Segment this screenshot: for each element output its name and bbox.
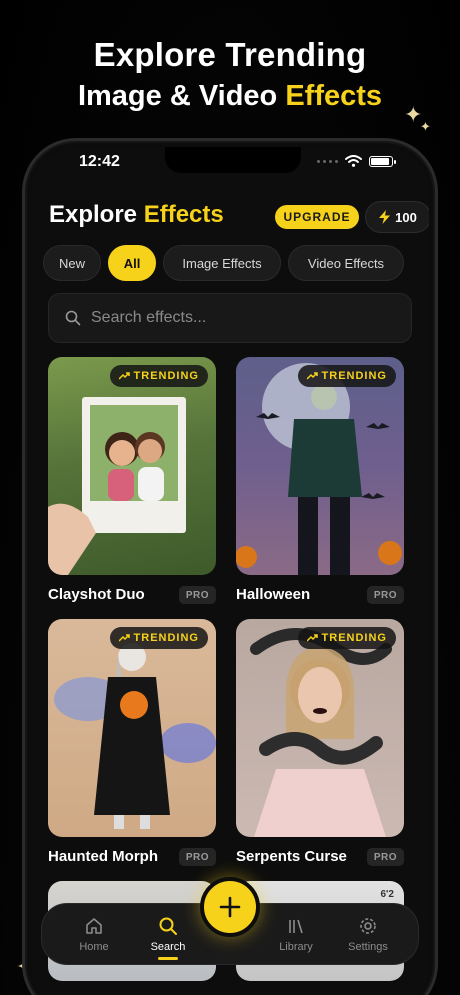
- tab-home-label: Home: [79, 941, 109, 953]
- filter-image-effects[interactable]: Image Effects: [163, 245, 281, 281]
- promo-page: Explore Trending Image & Video Effects ✦…: [0, 0, 460, 995]
- page-title: Explore Effects: [49, 201, 224, 229]
- trending-badge: TRENDING: [297, 365, 396, 387]
- effect-card[interactable]: TRENDING Halloween PRO: [236, 357, 404, 604]
- effect-thumbnail[interactable]: TRENDING: [236, 619, 404, 837]
- trend-up-icon: [306, 372, 318, 380]
- filter-all[interactable]: All: [108, 245, 156, 281]
- status-icons: [317, 155, 396, 167]
- phone-frame: 12:42 Explore Effects UPGRADE 100 New Al…: [22, 138, 438, 995]
- bolt-icon: [379, 210, 391, 224]
- effect-card[interactable]: TRENDING Clayshot Duo PRO: [48, 357, 216, 604]
- hero-line-1: Explore Trending: [93, 36, 367, 73]
- search-icon: [159, 917, 177, 935]
- status-bar: 12:42: [31, 147, 429, 185]
- battery-level: [371, 157, 389, 165]
- effect-thumbnail[interactable]: TRENDING: [236, 357, 404, 575]
- tab-library[interactable]: Library: [266, 916, 326, 953]
- hero-headline: Explore Trending Image & Video Effects: [0, 36, 460, 113]
- trending-badge: TRENDING: [297, 627, 396, 649]
- trend-up-icon: [118, 372, 130, 380]
- filter-video-effects[interactable]: Video Effects: [288, 245, 404, 281]
- trending-badge-label: TRENDING: [321, 632, 387, 644]
- effect-name: Clayshot Duo: [48, 586, 145, 603]
- credits-count: 100: [395, 209, 417, 225]
- serpents-curse-image: [250, 628, 392, 837]
- status-time: 12:42: [79, 153, 120, 170]
- create-button[interactable]: [200, 877, 260, 937]
- effect-name: Haunted Morph: [48, 848, 158, 865]
- trending-badge: TRENDING: [109, 627, 208, 649]
- page-title-prefix: Explore: [49, 201, 144, 228]
- tab-home[interactable]: Home: [64, 916, 124, 953]
- hero-line-2-accent: Effects: [285, 80, 383, 112]
- effect-card[interactable]: TRENDING Serpents Curse PRO: [236, 619, 404, 866]
- upgrade-button[interactable]: UPGRADE: [275, 205, 359, 229]
- pro-badge: PRO: [366, 848, 404, 866]
- tab-settings-label: Settings: [348, 941, 388, 953]
- plus-icon: [219, 896, 241, 918]
- effect-name: Halloween: [236, 586, 311, 603]
- trending-badge: TRENDING: [109, 365, 208, 387]
- pro-badge: PRO: [178, 586, 216, 604]
- search-input[interactable]: Search effects...: [48, 293, 412, 343]
- tab-library-label: Library: [279, 941, 313, 953]
- gear-icon: [360, 918, 376, 934]
- trend-up-icon: [118, 634, 130, 642]
- hero-line-2-prefix: Image & Video: [77, 80, 286, 112]
- haunted-morph-image: [54, 643, 216, 829]
- wifi-icon: [345, 155, 362, 167]
- credits-badge[interactable]: 100: [365, 201, 429, 233]
- effect-name: Serpents Curse: [236, 848, 347, 865]
- pro-badge: PRO: [366, 586, 404, 604]
- clay-polaroid-image: [48, 397, 186, 575]
- tab-search-label: Search: [150, 941, 186, 953]
- battery-icon: [369, 155, 396, 167]
- trending-badge-label: TRENDING: [321, 370, 387, 382]
- library-icon: [289, 919, 303, 934]
- cellular-dots-icon: [317, 159, 338, 163]
- sparkle-icon: ✦: [420, 119, 431, 134]
- filter-chips: New All Image Effects Video Effects: [43, 245, 404, 281]
- app-screen: 12:42 Explore Effects UPGRADE 100 New Al…: [31, 147, 429, 995]
- trend-up-icon: [306, 634, 318, 642]
- filter-new[interactable]: New: [43, 245, 101, 281]
- height-chart-label: 6'2: [380, 889, 394, 900]
- page-title-accent: Effects: [143, 201, 224, 228]
- hero-line-2: Image & Video Effects: [0, 80, 460, 113]
- trending-badge-label: TRENDING: [133, 370, 199, 382]
- halloween-vampire-image: [236, 363, 402, 575]
- trending-badge-label: TRENDING: [133, 632, 199, 644]
- screen-header: Explore Effects UPGRADE 100: [49, 199, 429, 233]
- home-icon: [86, 918, 102, 934]
- dynamic-island: [165, 147, 301, 173]
- tab-settings[interactable]: Settings: [338, 916, 398, 953]
- search-placeholder: Search effects...: [91, 309, 207, 326]
- effect-thumbnail[interactable]: TRENDING: [48, 619, 216, 837]
- tab-search[interactable]: Search: [138, 916, 198, 960]
- search-icon: [65, 310, 81, 326]
- active-tab-indicator: [158, 957, 178, 960]
- pro-badge: PRO: [178, 848, 216, 866]
- effect-thumbnail[interactable]: TRENDING: [48, 357, 216, 575]
- effect-card[interactable]: TRENDING Haunted Morph PRO: [48, 619, 216, 866]
